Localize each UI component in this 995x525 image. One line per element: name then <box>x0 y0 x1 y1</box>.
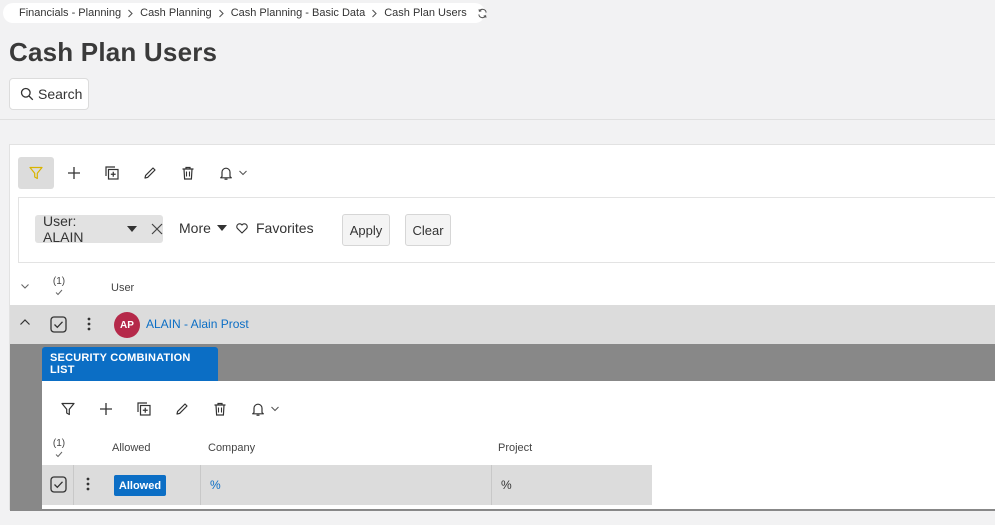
expand-all-icon[interactable] <box>20 283 30 290</box>
main-panel: User: ALAIN More Favorites Apply Clear (… <box>9 144 995 511</box>
status-badge: Allowed <box>114 475 166 496</box>
trash-icon <box>212 401 228 417</box>
select-all-toggle[interactable]: (1) <box>52 438 66 462</box>
check-icon <box>55 451 63 458</box>
duplicate-button[interactable] <box>126 393 162 425</box>
edit-button[interactable] <box>164 393 200 425</box>
company-link[interactable]: % <box>210 478 221 492</box>
filter-button[interactable] <box>50 393 86 425</box>
cell-divider <box>491 465 492 505</box>
chevron-down-icon[interactable] <box>270 405 280 413</box>
user-link[interactable]: ALAIN - Alain Prost <box>146 317 249 331</box>
more-filters-button[interactable]: More <box>179 220 227 236</box>
detail-table-header: (1) Allowed Company Project <box>42 433 995 465</box>
chevron-down-icon[interactable] <box>238 169 248 177</box>
close-icon[interactable] <box>151 223 163 235</box>
add-button[interactable] <box>56 157 92 189</box>
more-label: More <box>179 220 211 236</box>
select-all-toggle[interactable]: (1) <box>52 276 66 300</box>
search-button[interactable]: Search <box>9 78 89 110</box>
search-label: Search <box>38 86 83 102</box>
breadcrumb-item[interactable]: Financials - Planning <box>19 7 121 19</box>
add-button[interactable] <box>88 393 124 425</box>
refresh-icon[interactable] <box>477 8 488 19</box>
edit-button[interactable] <box>132 157 168 189</box>
chevron-up-icon[interactable] <box>19 318 31 326</box>
breadcrumb: Financials - Planning Cash Planning Cash… <box>3 3 488 23</box>
toolbar <box>18 157 248 189</box>
caret-down-icon <box>216 225 227 231</box>
row-checkbox[interactable] <box>50 316 67 333</box>
column-header-company[interactable]: Company <box>208 442 255 454</box>
favorites-button[interactable]: Favorites <box>236 220 314 236</box>
column-header-user[interactable]: User <box>111 282 134 294</box>
security-combination-panel: (1) Allowed Company Project Allowed % % <box>42 381 995 509</box>
page-title: Cash Plan Users <box>9 37 218 67</box>
check-icon <box>55 289 63 296</box>
plus-icon <box>66 165 82 181</box>
breadcrumb-item[interactable]: Cash Planning <box>140 7 212 19</box>
selected-count: (1) <box>52 438 66 449</box>
bell-icon <box>250 401 266 417</box>
bell-icon <box>218 165 234 181</box>
delete-button[interactable] <box>170 157 206 189</box>
kebab-menu-icon[interactable] <box>86 477 90 491</box>
tab-security-combination-list[interactable]: SECURITY COMBINATION LIST <box>42 347 218 381</box>
table-header: (1) User <box>10 271 995 305</box>
filter-icon <box>60 401 76 417</box>
delete-button[interactable] <box>202 393 238 425</box>
cell-divider <box>73 465 74 505</box>
table-row[interactable]: Allowed % % <box>42 465 995 505</box>
row-checkbox[interactable] <box>50 476 67 493</box>
kebab-menu-icon[interactable] <box>87 317 91 331</box>
detail-section: SECURITY COMBINATION LIST (1) Allowed Co… <box>10 344 995 511</box>
detail-toolbar <box>50 393 280 425</box>
apply-button[interactable]: Apply <box>342 214 390 246</box>
column-header-project[interactable]: Project <box>498 442 532 454</box>
duplicate-icon <box>136 401 152 417</box>
favorites-label: Favorites <box>256 220 314 236</box>
chevron-right-icon <box>371 9 378 18</box>
trash-icon <box>180 165 196 181</box>
breadcrumb-item[interactable]: Cash Planning - Basic Data <box>231 7 366 19</box>
plus-icon <box>98 401 114 417</box>
selected-count: (1) <box>52 276 66 287</box>
filter-bar: User: ALAIN More Favorites Apply Clear <box>18 197 995 263</box>
column-header-allowed[interactable]: Allowed <box>112 442 151 454</box>
caret-down-icon[interactable] <box>127 226 137 232</box>
duplicate-icon <box>104 165 120 181</box>
chevron-right-icon <box>218 9 225 18</box>
divider <box>0 119 995 120</box>
heart-icon <box>236 222 248 234</box>
project-value: % <box>501 478 512 492</box>
duplicate-button[interactable] <box>94 157 130 189</box>
cell-divider <box>200 465 201 505</box>
table-row[interactable]: AP ALAIN - Alain Prost <box>10 305 995 344</box>
chevron-right-icon <box>127 9 134 18</box>
pencil-icon <box>174 401 190 417</box>
filter-icon <box>28 165 44 181</box>
search-icon <box>20 87 34 101</box>
avatar: AP <box>114 312 140 338</box>
filter-chip-user[interactable]: User: ALAIN <box>35 213 163 245</box>
clear-button[interactable]: Clear <box>405 214 451 246</box>
pencil-icon <box>142 165 158 181</box>
filter-button[interactable] <box>18 157 54 189</box>
filter-chip-label: User: ALAIN <box>43 213 84 245</box>
breadcrumb-item-current: Cash Plan Users <box>384 7 467 19</box>
